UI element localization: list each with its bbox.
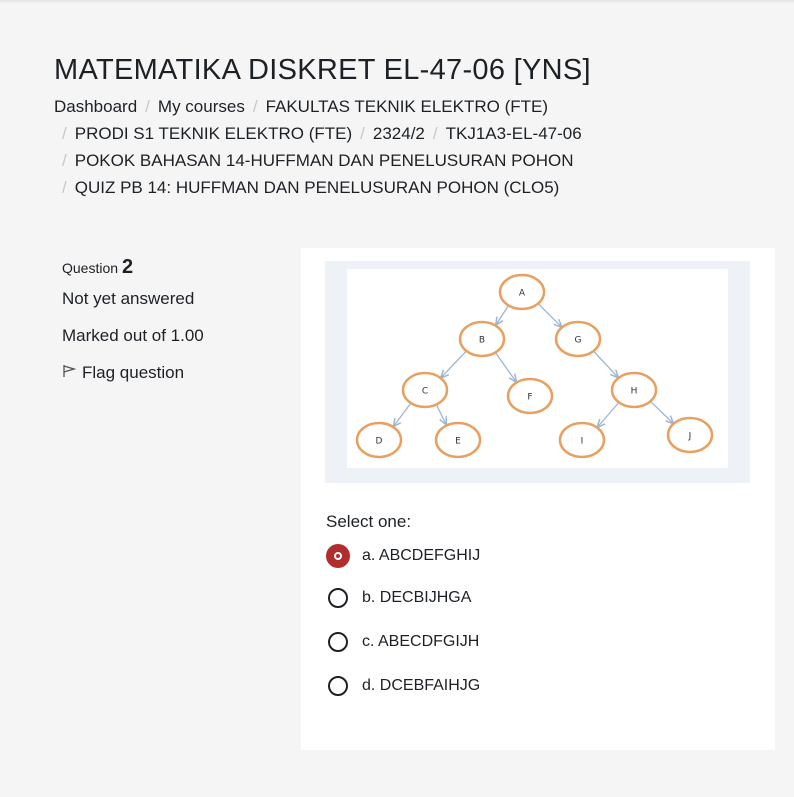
breadcrumb-quiz[interactable]: QUIZ PB 14: HUFFMAN DAN PENELUSURAN POHO… bbox=[75, 178, 560, 197]
breadcrumb-separator: / bbox=[432, 124, 438, 143]
breadcrumb-line-1: Dashboard / My courses / FAKULTAS TEKNIK ELE… bbox=[54, 93, 582, 120]
tree-node-I: I bbox=[558, 421, 606, 459]
tree-node-F: F bbox=[506, 377, 554, 415]
breadcrumb-separator: / bbox=[360, 124, 365, 143]
breadcrumb-line-3: / POKOK BAHASAN 14-HUFFMAN DAN PENELUSURA… bbox=[54, 147, 582, 174]
tree-node-D: D bbox=[355, 421, 403, 459]
tree-diagram: A B G C F H D E I J bbox=[355, 273, 714, 459]
question-marks: Marked out of 1.00 bbox=[62, 326, 204, 345]
tree-node-E: E bbox=[434, 421, 482, 459]
radio-unchecked-icon[interactable] bbox=[328, 676, 348, 696]
breadcrumb-my-courses[interactable]: My courses bbox=[158, 97, 245, 116]
question-info: Question 2 Not yet answered Marked out o… bbox=[62, 256, 204, 383]
tree-node-B: B bbox=[458, 320, 506, 358]
tree-node-label: F bbox=[527, 393, 532, 403]
breadcrumb-separator: / bbox=[252, 97, 258, 116]
answer-option-label: b. DECBIJHGA bbox=[362, 589, 472, 606]
tree-node-J: J bbox=[666, 416, 714, 454]
tree-node-label: H bbox=[631, 387, 638, 397]
question-label: Question bbox=[62, 260, 119, 276]
select-one-prompt: Select one: bbox=[326, 512, 412, 531]
flag-question-link[interactable]: Flag question bbox=[62, 363, 204, 383]
tree-edge-H-I bbox=[597, 401, 620, 427]
tree-node-G: G bbox=[554, 320, 602, 358]
tree-edge-G-H bbox=[592, 350, 618, 378]
tree-node-label: A bbox=[519, 289, 526, 299]
tree-node-C: C bbox=[401, 371, 449, 409]
answer-option-label: c. ABECDFGIJH bbox=[362, 633, 480, 650]
breadcrumb-line-2: / PRODI S1 TEKNIK ELEKTRO (FTE) / 2324/2 / TK… bbox=[54, 120, 582, 147]
breadcrumb-faculty[interactable]: FAKULTAS TEKNIK ELEKTRO (FTE) bbox=[266, 97, 548, 116]
flag-question-label: Flag question bbox=[82, 363, 185, 382]
breadcrumb-prodi[interactable]: PRODI S1 TEKNIK ELEKTRO (FTE) bbox=[75, 124, 352, 143]
answer-option-b[interactable]: b. DECBIJHGA bbox=[326, 588, 471, 608]
answer-option-c[interactable]: c. ABECDFGIJH bbox=[326, 632, 479, 652]
radio-wrapper bbox=[326, 588, 350, 608]
tree-node-label: D bbox=[376, 437, 383, 447]
breadcrumb-topic[interactable]: POKOK BAHASAN 14-HUFFMAN DAN PENELUSURAN… bbox=[75, 151, 574, 170]
tree-edge-C-D bbox=[393, 402, 412, 427]
flag-icon bbox=[62, 363, 77, 383]
page-title: MATEMATIKA DISKRET EL-47-06 [YNS] bbox=[54, 54, 591, 86]
radio-unchecked-icon[interactable] bbox=[328, 588, 348, 608]
radio-checked-icon[interactable] bbox=[326, 544, 350, 568]
answer-option-d[interactable]: d. DCEBFAIHJG bbox=[326, 676, 480, 696]
question-content: A B G C F H D E I J Select one: a. ABCDEFGHIJ b. … bbox=[301, 248, 775, 750]
answer-option-label: d. DCEBFAIHJG bbox=[362, 677, 481, 694]
tree-edge-C-E bbox=[435, 404, 447, 425]
tree-node-A: A bbox=[498, 273, 546, 311]
tree-edge-B-C bbox=[441, 350, 467, 378]
tree-figure-frame: A B G C F H D E I J bbox=[325, 261, 750, 483]
breadcrumb-term[interactable]: 2324/2 bbox=[373, 124, 425, 143]
breadcrumb-dashboard[interactable]: Dashboard bbox=[54, 97, 137, 116]
radio-wrapper bbox=[326, 544, 350, 568]
tree-node-label: J bbox=[688, 432, 692, 442]
tree-edge-H-J bbox=[649, 400, 673, 424]
top-bar-shadow bbox=[0, 0, 794, 4]
tree-node-label: E bbox=[455, 437, 461, 447]
tree-node-label: C bbox=[422, 387, 428, 397]
radio-wrapper bbox=[326, 632, 350, 652]
breadcrumb-separator: / bbox=[62, 178, 67, 197]
breadcrumb: Dashboard / My courses / FAKULTAS TEKNIK ELE… bbox=[54, 93, 582, 201]
radio-unchecked-icon[interactable] bbox=[328, 632, 348, 652]
tree-node-label: G bbox=[575, 336, 582, 346]
breadcrumb-course-code[interactable]: TKJ1A3-EL-47-06 bbox=[446, 124, 582, 143]
tree-edge-A-G bbox=[537, 303, 562, 327]
question-number-value: 2 bbox=[121, 256, 134, 278]
tree-node-H: H bbox=[610, 371, 658, 409]
breadcrumb-line-4: / QUIZ PB 14: HUFFMAN DAN PENELUSURAN POH… bbox=[54, 174, 582, 201]
radio-wrapper bbox=[326, 676, 350, 696]
breadcrumb-separator: / bbox=[62, 124, 67, 143]
tree-node-label: I bbox=[581, 437, 584, 447]
answer-option-a[interactable]: a. ABCDEFGHIJ bbox=[326, 544, 480, 568]
tree-figure: A B G C F H D E I J bbox=[347, 269, 728, 468]
tree-edge-B-F bbox=[494, 352, 516, 383]
tree-node-label: B bbox=[479, 336, 485, 346]
question-status: Not yet answered bbox=[62, 289, 195, 308]
breadcrumb-separator: / bbox=[145, 97, 150, 116]
answer-option-label: a. ABCDEFGHIJ bbox=[362, 547, 481, 564]
question-number: Question 2 bbox=[62, 256, 204, 279]
tree-edge-A-B bbox=[496, 305, 509, 326]
breadcrumb-separator: / bbox=[62, 151, 67, 170]
